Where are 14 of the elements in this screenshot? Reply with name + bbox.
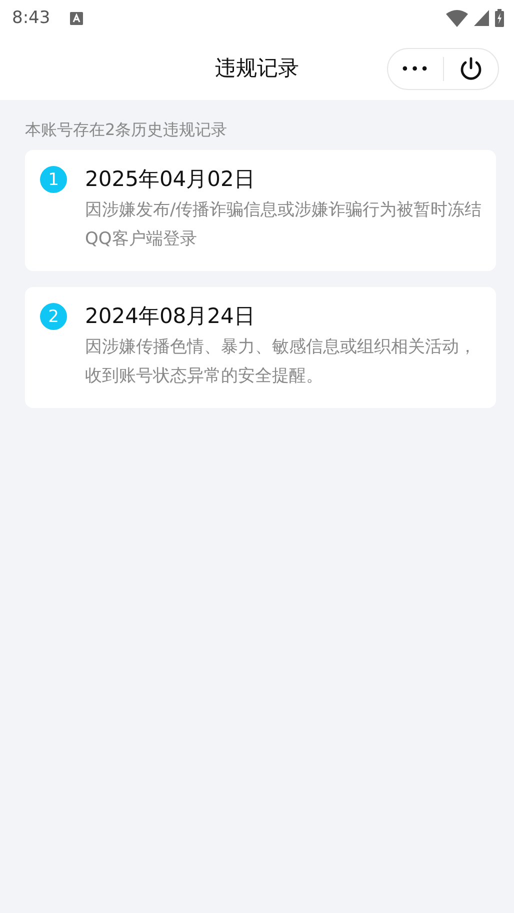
index-badge: 1 — [40, 166, 67, 193]
notification-icon — [70, 12, 84, 24]
index-badge: 2 — [40, 303, 67, 330]
battery-icon — [495, 9, 504, 27]
record-description: 因涉嫌发布/传播诈骗信息或涉嫌诈骗行为被暂时冻结QQ客户端登录 — [85, 199, 483, 251]
more-button[interactable]: ••• — [388, 60, 442, 78]
page-title: 违规记录 — [215, 55, 299, 82]
record-date: 2025年04月02日 — [85, 166, 256, 193]
wifi-icon — [446, 10, 468, 26]
signal-icon — [474, 10, 489, 26]
record-date: 2024年08月24日 — [85, 303, 256, 330]
record-description: 因涉嫌传播色情、暴力、敏感信息或组织相关活动，收到账号状态异常的安全提醒。 — [85, 336, 477, 388]
status-time: 8:43 — [12, 8, 50, 28]
summary-text: 本账号存在2条历史违规记录 — [25, 120, 228, 141]
